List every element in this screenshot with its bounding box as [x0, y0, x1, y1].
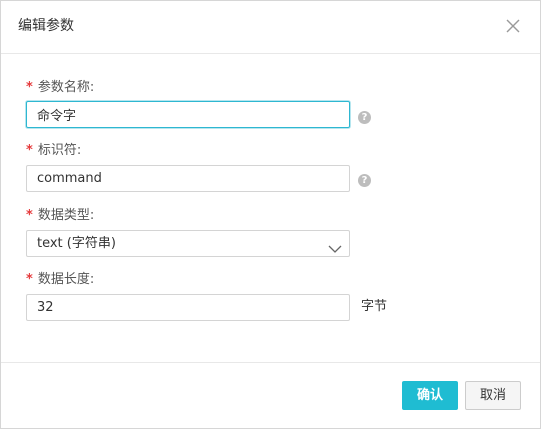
chevron-down-icon — [328, 239, 342, 253]
param-name-input[interactable] — [26, 101, 350, 128]
identifier-input[interactable] — [26, 165, 350, 192]
confirm-button[interactable]: 确认 — [402, 381, 458, 410]
data-length-label: * 数据长度: — [26, 272, 94, 288]
required-mark: * — [26, 272, 33, 287]
data-length-unit: 字节 — [361, 299, 388, 314]
required-mark: * — [26, 208, 33, 223]
edit-parameter-dialog: 编辑参数 *参数名称: ? *标识符: ? *数据类型: text (字符串) … — [0, 0, 541, 429]
data-type-label-text: 数据类型: — [37, 208, 95, 223]
dialog-footer: 确认 取消 — [1, 362, 540, 429]
data-type-select[interactable]: text (字符串) — [26, 230, 350, 257]
data-length-input[interactable] — [26, 294, 350, 321]
close-icon[interactable] — [503, 16, 523, 36]
required-mark: * — [26, 143, 33, 158]
cancel-button[interactable]: 取消 — [465, 381, 521, 410]
data-type-label: * 数据类型: — [26, 208, 94, 224]
question-circle-icon[interactable]: ? — [358, 174, 371, 187]
identifier-label: * 标识符: — [26, 143, 81, 159]
data-length-label-text: 数据长度: — [37, 272, 95, 287]
param-name-label: * 参数名称: — [26, 80, 94, 96]
dialog-header: 编辑参数 — [1, 1, 540, 54]
question-circle-icon[interactable]: ? — [358, 111, 371, 124]
identifier-label-text: 标识符: — [37, 143, 82, 158]
data-type-selected-value: text (字符串) — [37, 236, 116, 251]
param-name-label-text: 参数名称: — [37, 80, 95, 95]
required-mark: * — [26, 80, 33, 95]
dialog-title: 编辑参数 — [18, 18, 74, 34]
